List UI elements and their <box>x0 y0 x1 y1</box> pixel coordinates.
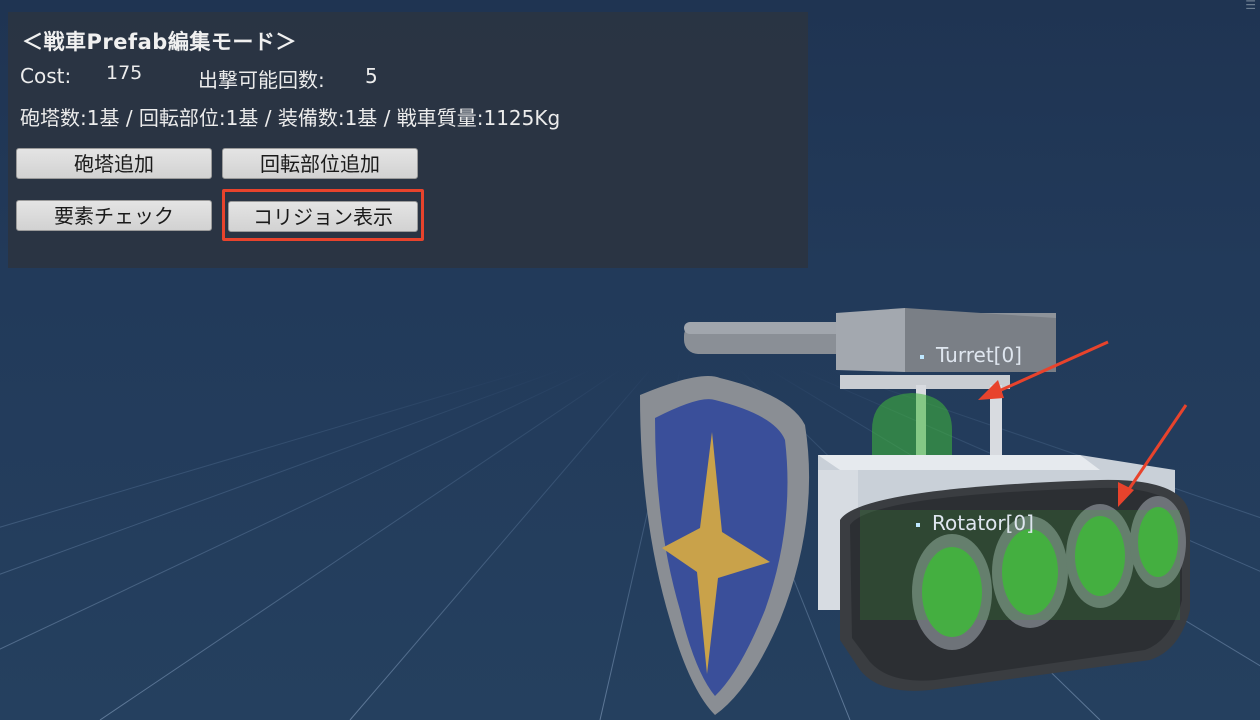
check-elements-button[interactable]: 要素チェック <box>16 200 212 231</box>
panel-title: ＜戦車Prefab編集モード＞ <box>22 30 297 54</box>
sortie-count-value: 5 <box>365 64 378 88</box>
menu-handle-icon[interactable]: ☰ <box>1245 0 1256 11</box>
turret-label-text: Turret[0] <box>936 343 1022 367</box>
turret-pivot-dot <box>920 354 924 359</box>
show-collision-button[interactable]: コリジョン表示 <box>228 201 418 232</box>
turret-label: Turret[0] <box>920 343 1022 367</box>
add-rotator-button[interactable]: 回転部位追加 <box>222 148 418 179</box>
rotator-label-text: Rotator[0] <box>932 511 1034 535</box>
rotator-label: Rotator[0] <box>916 511 1034 535</box>
cost-value: 175 <box>106 62 143 84</box>
tank-stats-line: 砲塔数:1基 / 回転部位:1基 / 装備数:1基 / 戦車質量:1125Kg <box>20 106 561 130</box>
shield <box>640 376 810 715</box>
sortie-count-label: 出撃可能回数: <box>198 68 325 92</box>
rotator-pivot-dot <box>916 522 920 527</box>
prefab-edit-panel: ＜戦車Prefab編集モード＞ Cost: 175 出撃可能回数: 5 砲塔数:… <box>8 12 808 268</box>
rotator-collider <box>872 393 952 460</box>
cost-label: Cost: <box>20 64 72 88</box>
add-turret-button[interactable]: 砲塔追加 <box>16 148 212 179</box>
